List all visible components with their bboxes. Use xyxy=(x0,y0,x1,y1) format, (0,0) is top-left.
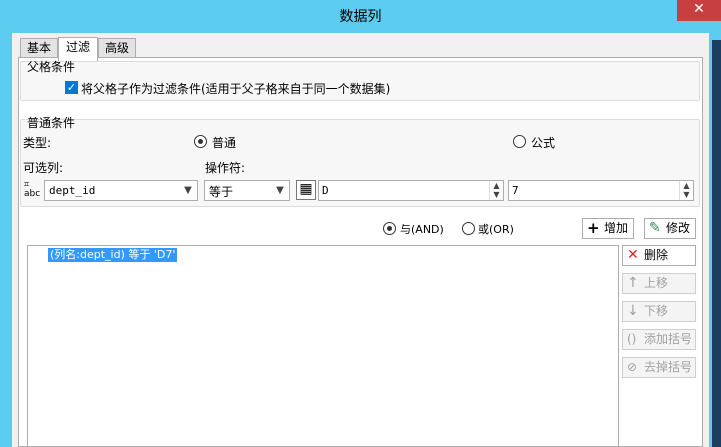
chevron-down-icon: ▼ xyxy=(276,185,284,196)
column-select-value: dept_id xyxy=(49,184,96,197)
chevron-down-icon: ▼ xyxy=(184,185,192,196)
title-bar: 数据列 ✕ xyxy=(0,0,721,33)
type-normal-radio[interactable] xyxy=(194,135,207,148)
value-field-text: D xyxy=(322,184,329,197)
edit-icon: ✎ xyxy=(649,220,661,236)
close-button[interactable]: ✕ xyxy=(677,0,721,21)
logic-or-radio[interactable] xyxy=(462,222,475,235)
close-icon: ✕ xyxy=(627,247,639,263)
operator-select-value: 等于 xyxy=(209,185,234,199)
type-formula-radio[interactable] xyxy=(513,135,526,148)
arrow-down-icon: ↓ xyxy=(627,303,639,319)
value-field[interactable]: D ▲ ▼ xyxy=(318,180,504,201)
logic-or-label: 或(OR) xyxy=(478,223,514,236)
parent-filter-checkbox[interactable]: ✓ xyxy=(65,81,78,94)
tab-advanced[interactable]: 高级 xyxy=(98,38,136,59)
value-field-2-text: 7 xyxy=(512,184,519,197)
column-select[interactable]: dept_id ▼ xyxy=(44,180,198,201)
operator-label: 操作符: xyxy=(205,161,246,175)
add-button[interactable]: + 增加 xyxy=(582,218,634,239)
tab-basic[interactable]: 基本 xyxy=(20,38,58,59)
column-label: 可选列: xyxy=(23,161,64,175)
move-up-label: 上移 xyxy=(644,276,669,290)
column-type-icon: ⌗ abc xyxy=(24,180,41,199)
modify-button-label: 修改 xyxy=(666,221,691,235)
type-normal-label: 普通 xyxy=(212,136,237,150)
arrow-up-icon: ↑ xyxy=(627,275,639,291)
remove-bracket-label: 去掉括号 xyxy=(644,360,693,374)
spin-arrows-icon[interactable]: ▲ ▼ xyxy=(679,181,693,200)
logic-and-label: 与(AND) xyxy=(400,223,444,236)
operator-select[interactable]: 等于 ▼ xyxy=(204,180,290,201)
add-button-label: 增加 xyxy=(604,221,629,235)
list-item[interactable]: (列名:dept_id) 等于 'D7' xyxy=(48,248,178,262)
add-bracket-label: 添加括号 xyxy=(644,332,693,346)
logic-and-radio[interactable] xyxy=(383,222,396,235)
delete-button-label: 删除 xyxy=(644,248,669,262)
move-down-label: 下移 xyxy=(644,304,669,318)
value-field-2[interactable]: 7 ▲ ▼ xyxy=(508,180,694,201)
plus-icon: + xyxy=(587,219,600,237)
condition-list[interactable]: (列名:dept_id) 等于 'D7' xyxy=(27,245,619,447)
background-window-strip xyxy=(712,40,721,447)
remove-parentheses-icon: ⊘ xyxy=(627,360,638,374)
delete-button[interactable]: ✕ 删除 xyxy=(622,245,696,266)
remove-bracket-button[interactable]: ⊘ 去掉括号 xyxy=(622,357,696,378)
spin-arrows-icon[interactable]: ▲ ▼ xyxy=(489,181,503,200)
parentheses-icon: () xyxy=(627,332,637,346)
parent-filter-label: 将父格子作为过滤条件(适用于父子格来自于同一个数据集) xyxy=(81,82,391,96)
tab-filter[interactable]: 过滤 xyxy=(58,37,98,61)
table-icon[interactable]: ▦ xyxy=(296,180,316,200)
modify-button[interactable]: ✎ 修改 xyxy=(644,218,696,239)
add-bracket-button[interactable]: () 添加括号 xyxy=(622,329,696,350)
type-formula-label: 公式 xyxy=(531,136,556,150)
window-border-left xyxy=(0,33,12,447)
general-condition-title: 普通条件 xyxy=(27,116,76,130)
move-down-button[interactable]: ↓ 下移 xyxy=(622,301,696,322)
type-label: 类型: xyxy=(23,136,52,150)
move-up-button[interactable]: ↑ 上移 xyxy=(622,273,696,294)
window-title: 数据列 xyxy=(339,9,382,25)
